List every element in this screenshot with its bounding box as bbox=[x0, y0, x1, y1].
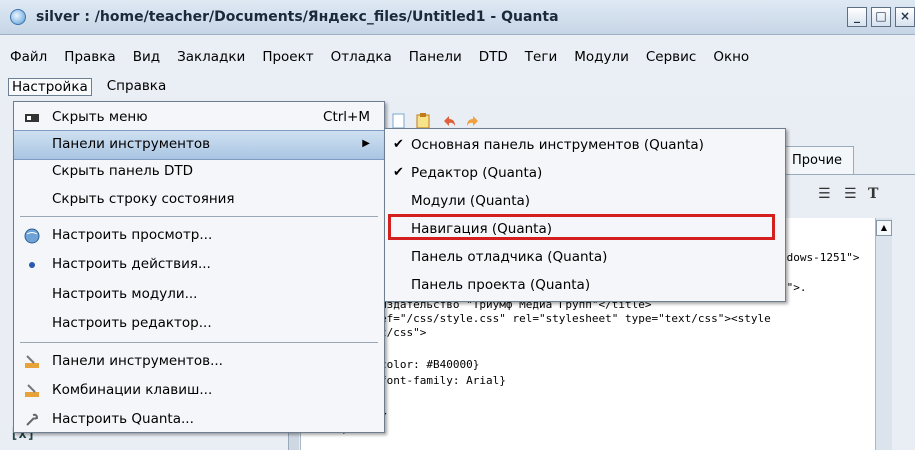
close-button[interactable]: × bbox=[895, 7, 915, 27]
menu-icon bbox=[25, 114, 39, 122]
menu-panels[interactable]: Панели bbox=[407, 49, 464, 65]
menu-item-configure-quanta[interactable]: Настроить Quanta... bbox=[14, 406, 384, 434]
menu-separator bbox=[20, 216, 378, 217]
submenu-item-editor-toolbar[interactable]: ✔ Редактор (Quanta) bbox=[385, 160, 785, 188]
maximize-button[interactable]: □ bbox=[871, 7, 891, 27]
menu-view[interactable]: Вид bbox=[131, 49, 162, 65]
globe-icon bbox=[24, 228, 40, 244]
menu-item-shortcuts[interactable]: Комбинации клавиш... bbox=[14, 377, 384, 405]
justify-icon[interactable]: ☰ bbox=[844, 186, 857, 202]
settings-menu: Скрыть меню Ctrl+M Панели инструментов ▶… bbox=[13, 101, 385, 433]
menu-item-hide-menu[interactable]: Скрыть меню Ctrl+M bbox=[14, 104, 384, 132]
menu-item-configure-actions[interactable]: Настроить действия... bbox=[14, 251, 384, 279]
scroll-up-icon[interactable]: ▲ bbox=[876, 220, 892, 236]
menu-bar: Файл Правка Вид Закладки Проект Отладка … bbox=[0, 35, 915, 97]
submenu-arrow-icon: ▶ bbox=[362, 138, 370, 149]
dot-icon bbox=[29, 262, 35, 268]
menu-dtd[interactable]: DTD bbox=[477, 49, 510, 65]
code-line: color: #B40000} bbox=[380, 358, 480, 371]
minimize-button[interactable]: _ bbox=[847, 7, 867, 27]
menu-window[interactable]: Окно bbox=[711, 49, 751, 65]
menu-tools[interactable]: Сервис bbox=[644, 49, 698, 65]
code-line: ndows-1251"> bbox=[780, 251, 860, 264]
check-icon: ✔ bbox=[393, 165, 404, 180]
wrench-icon bbox=[26, 413, 39, 426]
menu-item-configure-editor[interactable]: Настроить редактор... bbox=[14, 310, 384, 338]
font-icon[interactable]: T bbox=[868, 186, 878, 202]
menu-item-hide-dtd[interactable]: Скрыть панель DTD bbox=[14, 158, 384, 186]
check-icon: ✔ bbox=[393, 137, 404, 152]
menu-edit[interactable]: Правка bbox=[62, 49, 117, 65]
submenu-item-plugins-toolbar[interactable]: Модули (Quanta) bbox=[385, 188, 785, 216]
menu-item-configure-plugins[interactable]: Настроить модули... bbox=[14, 281, 384, 309]
shortcut-label: Ctrl+M bbox=[323, 109, 370, 125]
menu-tags[interactable]: Теги bbox=[523, 49, 559, 65]
code-line: ef="/css/style.css" rel="stylesheet" typ… bbox=[380, 312, 771, 325]
submenu-item-main-toolbar[interactable]: ✔ Основная панель инструментов (Quanta) bbox=[385, 132, 785, 160]
code-line: font-family: Arial} bbox=[380, 374, 506, 387]
keyboard-icon bbox=[25, 384, 39, 397]
side-strip bbox=[892, 218, 915, 450]
app-icon bbox=[10, 9, 26, 25]
submenu-item-project-toolbar[interactable]: Панель проекта (Quanta) bbox=[385, 272, 785, 300]
vertical-scrollbar[interactable] bbox=[875, 218, 892, 450]
code-line: t/css"> bbox=[380, 326, 427, 339]
align-right-icon[interactable]: ☰ bbox=[818, 186, 831, 202]
tab-divider bbox=[780, 174, 915, 175]
highlight-box bbox=[388, 214, 775, 240]
menu-item-hide-statusbar[interactable]: Скрыть строку состояния bbox=[14, 186, 384, 214]
menu-item-toolbars[interactable]: Панели инструментов ▶ bbox=[14, 130, 384, 160]
window-title: silver : /home/teacher/Documents/Яндекс_… bbox=[36, 9, 559, 25]
menu-debug[interactable]: Отладка bbox=[329, 49, 394, 65]
submenu-item-debugger-toolbar[interactable]: Панель отладчика (Quanta) bbox=[385, 244, 785, 272]
menu-settings[interactable]: Настройка bbox=[8, 78, 92, 96]
menu-plugins[interactable]: Модули bbox=[572, 49, 631, 65]
title-bar: silver : /home/teacher/Documents/Яндекс_… bbox=[0, 0, 915, 35]
menu-file[interactable]: Файл bbox=[8, 49, 49, 65]
menu-project[interactable]: Проект bbox=[260, 49, 315, 65]
toolbar-config-icon bbox=[25, 355, 39, 368]
menu-help[interactable]: Справка bbox=[105, 78, 168, 96]
menu-bookmarks[interactable]: Закладки bbox=[175, 49, 247, 65]
menu-item-configure-toolbars[interactable]: Панели инструментов... bbox=[14, 348, 384, 376]
menu-item-configure-preview[interactable]: Настроить просмотр... bbox=[14, 222, 384, 250]
tab-other[interactable]: Прочие bbox=[780, 146, 854, 175]
menu-separator bbox=[20, 342, 378, 343]
